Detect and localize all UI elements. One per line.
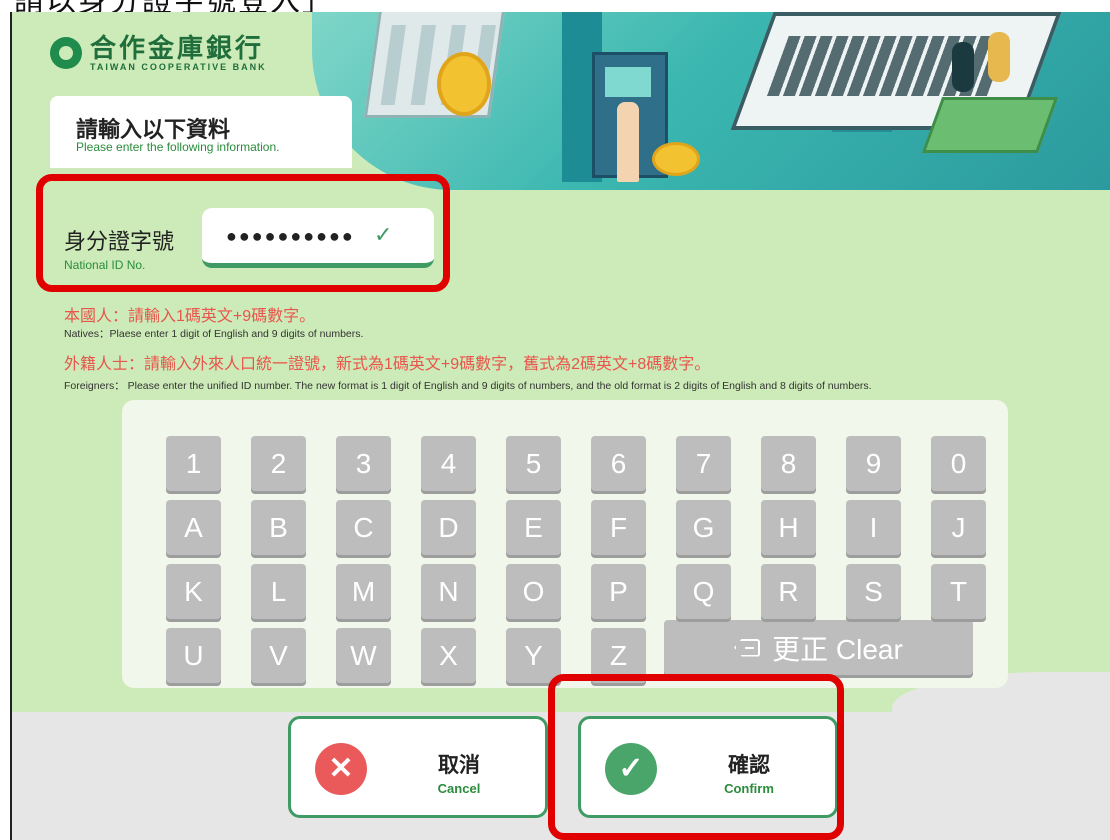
key-8[interactable]: 8 [761, 436, 816, 491]
key-o[interactable]: O [506, 564, 561, 619]
clear-button-label: 更正 Clear [772, 633, 903, 665]
highlight-confirm-button [548, 674, 844, 840]
person-illustration [617, 102, 639, 182]
key-u[interactable]: U [166, 628, 221, 683]
key-5[interactable]: 5 [506, 436, 561, 491]
key-1[interactable]: 1 [166, 436, 221, 491]
money-illustration [921, 97, 1059, 153]
natives-instruction: 本國人：請輸入1碼英文+9碼數字。 [64, 308, 316, 325]
bank-logo: 合作金庫銀行 TAIWAN COOPERATIVE BANK [50, 34, 267, 72]
cancel-label: 取消 [438, 754, 480, 777]
key-4[interactable]: 4 [421, 436, 476, 491]
key-r[interactable]: R [761, 564, 816, 619]
key-j[interactable]: J [931, 500, 986, 555]
key-x[interactable]: X [421, 628, 476, 683]
key-d[interactable]: D [421, 500, 476, 555]
coin-illustration [437, 52, 491, 116]
key-y[interactable]: Y [506, 628, 561, 683]
caption-text: 請以身分證字號登入」 [14, 0, 334, 12]
key-3[interactable]: 3 [336, 436, 391, 491]
key-7[interactable]: 7 [676, 436, 731, 491]
key-p[interactable]: P [591, 564, 646, 619]
key-k[interactable]: K [166, 564, 221, 619]
people-illustration [952, 42, 974, 92]
backspace-icon [734, 638, 761, 657]
caption-strip: 請以身分證字號登入」 [0, 0, 1110, 12]
key-6[interactable]: 6 [591, 436, 646, 491]
key-2[interactable]: 2 [251, 436, 306, 491]
key-b[interactable]: B [251, 500, 306, 555]
header-illustration [312, 12, 1110, 190]
page-subtitle: Please enter the following information. [76, 140, 280, 154]
foreigners-instruction-en: Foreigners： Please enter the unified ID … [64, 380, 872, 392]
key-m[interactable]: M [336, 564, 391, 619]
key-i[interactable]: I [846, 500, 901, 555]
key-h[interactable]: H [761, 500, 816, 555]
key-g[interactable]: G [676, 500, 731, 555]
key-c[interactable]: C [336, 500, 391, 555]
on-screen-keypad: 更正 Clear 1234567890 ABCDEFGHIJ KLMNOPQRST U… [122, 400, 1008, 688]
foreigners-instruction: 外籍人士：請輸入外來人口統一證號，新式為1碼英文+9碼數字，舊式為2碼英文+8碼… [64, 356, 711, 373]
key-w[interactable]: W [336, 628, 391, 683]
cancel-label-en: Cancel [437, 781, 481, 796]
key-s[interactable]: S [846, 564, 901, 619]
key-a[interactable]: A [166, 500, 221, 555]
key-e[interactable]: E [506, 500, 561, 555]
natives-instruction-en: Natives：Plaese enter 1 digit of English … [64, 328, 364, 340]
key-q[interactable]: Q [676, 564, 731, 619]
bank-name-zh: 合作金庫銀行 [90, 33, 265, 63]
clear-button[interactable]: 更正 Clear [664, 620, 973, 675]
bank-name-en: TAIWAN COOPERATIVE BANK [90, 62, 267, 72]
key-t[interactable]: T [931, 564, 986, 619]
key-n[interactable]: N [421, 564, 476, 619]
close-icon: ✕ [315, 743, 367, 795]
coin-illustration [652, 142, 700, 176]
key-f[interactable]: F [591, 500, 646, 555]
key-v[interactable]: V [251, 628, 306, 683]
page-title-card: 請輸入以下資料 Please enter the following infor… [50, 96, 352, 168]
highlight-id-field [36, 174, 450, 292]
key-0[interactable]: 0 [931, 436, 986, 491]
cancel-button[interactable]: ✕ 取消 Cancel [288, 716, 548, 818]
key-l[interactable]: L [251, 564, 306, 619]
bank-logo-icon [50, 37, 82, 69]
key-9[interactable]: 9 [846, 436, 901, 491]
